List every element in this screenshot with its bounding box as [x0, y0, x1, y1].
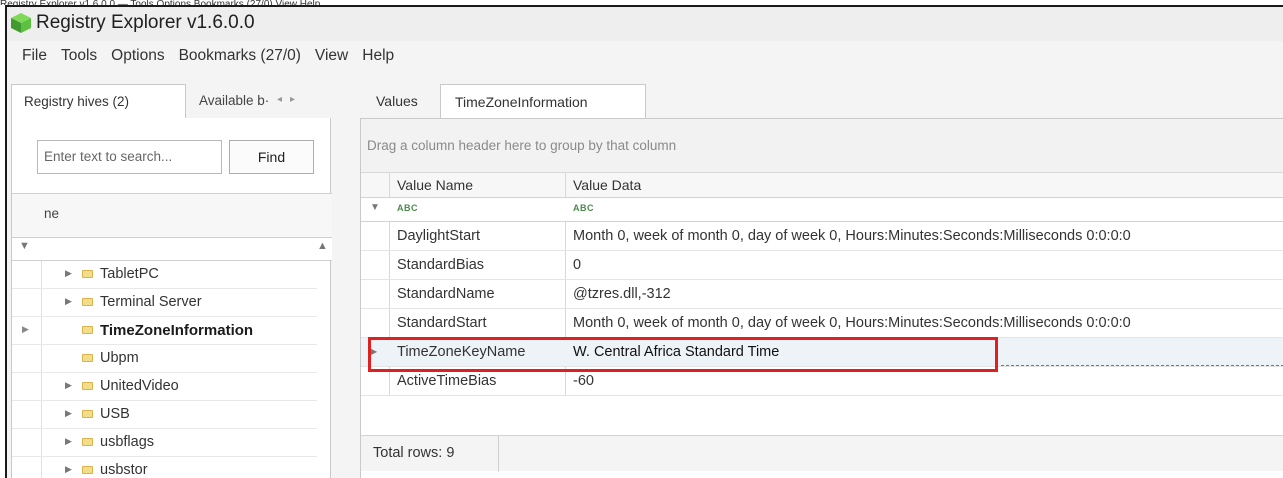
tree-row[interactable]: ▶ UnitedVideo	[12, 373, 317, 401]
app-window: Registry Explorer v1.6.0.0 File Tools Op…	[5, 5, 1283, 478]
menu-bookmarks[interactable]: Bookmarks (27/0)	[173, 47, 309, 73]
grid-footer: Total rows: 9	[361, 435, 1283, 472]
table-row[interactable]: StandardBias 0	[361, 251, 1283, 280]
folder-icon	[82, 298, 93, 306]
group-by-hint: Drag a column header here to group by th…	[367, 138, 677, 153]
tree-item-label: usbflags	[100, 434, 155, 450]
tree-item-label: usbstor	[100, 462, 148, 478]
abc-filter-icon[interactable]: ABC	[573, 203, 594, 213]
value-name-cell: StandardName	[397, 286, 495, 302]
menu-help[interactable]: Help	[356, 47, 402, 73]
tab-scroll-arrows-icon[interactable]: ◂▸	[277, 94, 303, 105]
hives-tab-strip: Registry hives (2) Available b· ◂▸	[11, 84, 331, 119]
current-row-icon: ▶	[22, 324, 29, 334]
menu-tools[interactable]: Tools	[55, 47, 105, 73]
expand-arrow-icon[interactable]: ▶	[65, 268, 72, 279]
column-header-value-data[interactable]: Value Data	[573, 177, 641, 193]
tree-column-header[interactable]: ne	[12, 193, 332, 237]
group-by-panel[interactable]: Drag a column header here to group by th…	[361, 119, 1283, 173]
tree-header-label: ne	[44, 206, 60, 221]
filter-icon: ▼	[19, 240, 30, 252]
focus-rectangle	[1001, 365, 1283, 366]
tree-item-label: Terminal Server	[100, 294, 202, 310]
auto-filter-row[interactable]: ▼ ABC ABC	[361, 198, 1283, 222]
footer-divider	[498, 436, 499, 472]
value-name-cell: DaylightStart	[397, 228, 481, 244]
tree-row[interactable]: ▶ USB	[12, 401, 317, 429]
search-input[interactable]: Enter text to search...	[37, 140, 222, 174]
table-row[interactable]: DaylightStart Month 0, week of month 0, …	[361, 222, 1283, 251]
tab-available-bookmarks[interactable]: Available b·	[187, 84, 282, 119]
folder-icon	[82, 354, 93, 362]
window-title: Registry Explorer v1.6.0.0	[36, 12, 255, 33]
total-rows-label: Total rows: 9	[373, 445, 455, 461]
tree-row[interactable]: ▶ usbstor	[12, 457, 317, 478]
folder-icon	[82, 466, 93, 474]
value-name-cell: ActiveTimeBias	[397, 373, 497, 389]
folder-icon	[82, 438, 93, 446]
hives-pane: Registry hives (2) Available b· ◂▸ Enter…	[7, 80, 334, 478]
red-highlight-annotation	[368, 337, 998, 372]
scroll-up-icon[interactable]: ▲	[317, 240, 328, 252]
table-row[interactable]: StandardStart Month 0, week of month 0, …	[361, 309, 1283, 338]
value-data-cell: 0	[573, 257, 582, 273]
value-name-cell: StandardBias	[397, 257, 485, 273]
tree-row[interactable]: Ubpm	[12, 345, 317, 373]
value-name-cell: StandardStart	[397, 315, 487, 331]
tree-item-label: UnitedVideo	[100, 378, 179, 394]
filter-icon: ▼	[370, 202, 380, 213]
tree-row[interactable]: ▶ usbflags	[12, 429, 317, 457]
column-header-row: Value Name Value Data	[361, 173, 1283, 198]
folder-icon	[82, 410, 93, 418]
tree-item-label: Ubpm	[100, 350, 139, 366]
menu-bar: File Tools Options Bookmarks (27/0) View…	[7, 47, 1283, 73]
tab-registry-hives[interactable]: Registry hives (2)	[11, 84, 186, 119]
expand-arrow-icon[interactable]: ▶	[65, 436, 72, 447]
values-pane: Values TimeZoneInformation Drag a column…	[352, 80, 1283, 478]
tree-item-label: USB	[100, 406, 130, 422]
tree-row[interactable]: ▶ Terminal Server	[12, 289, 317, 317]
tree-filter-row[interactable]: ▼ ▲	[12, 237, 332, 261]
title-bar: Registry Explorer v1.6.0.0	[7, 7, 1283, 41]
hives-body: Enter text to search... Find ne ▼ ▲ ▶ Ta…	[11, 118, 332, 478]
expand-arrow-icon[interactable]: ▶	[65, 408, 72, 419]
abc-filter-icon[interactable]: ABC	[397, 203, 418, 213]
menu-view[interactable]: View	[309, 47, 356, 73]
value-data-cell: @tzres.dll,-312	[573, 286, 671, 302]
tree-row[interactable]: ▶ TabletPC	[12, 261, 317, 289]
menu-options[interactable]: Options	[105, 47, 172, 73]
folder-icon	[82, 270, 93, 278]
tree-item-label: TabletPC	[100, 266, 159, 282]
menu-file[interactable]: File	[16, 47, 55, 73]
folder-icon	[82, 382, 93, 390]
values-grid: Drag a column header here to group by th…	[360, 118, 1283, 478]
registry-cube-icon	[11, 13, 31, 33]
tree-row-selected[interactable]: ▶ TimeZoneInformation	[12, 317, 317, 345]
find-button[interactable]: Find	[229, 140, 314, 174]
tab-values[interactable]: Values	[362, 84, 439, 119]
column-header-value-name[interactable]: Value Name	[397, 177, 473, 193]
expand-arrow-icon[interactable]: ▶	[65, 296, 72, 307]
tab-timezoneinformation[interactable]: TimeZoneInformation	[440, 84, 646, 119]
expand-arrow-icon[interactable]: ▶	[65, 464, 72, 475]
value-data-cell: -60	[573, 373, 594, 389]
value-data-cell: Month 0, week of month 0, day of week 0,…	[573, 315, 1131, 331]
table-row[interactable]: StandardName @tzres.dll,-312	[361, 280, 1283, 309]
values-tab-strip: Values TimeZoneInformation	[362, 84, 1283, 119]
tree-item-label: TimeZoneInformation	[100, 322, 254, 339]
folder-icon	[82, 326, 93, 334]
value-data-cell: Month 0, week of month 0, day of week 0,…	[573, 228, 1131, 244]
expand-arrow-icon[interactable]: ▶	[65, 380, 72, 391]
